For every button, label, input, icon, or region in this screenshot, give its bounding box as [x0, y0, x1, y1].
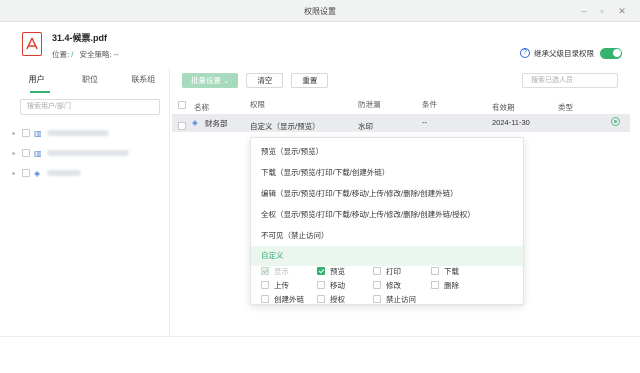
tree-item[interactable]: ▸ ◈ [10, 166, 170, 180]
perm-checkbox[interactable] [431, 281, 439, 289]
condition-value[interactable]: -- [422, 118, 427, 127]
perm-checkbox[interactable] [317, 281, 325, 289]
expand-arrow-icon[interactable]: ▸ [10, 150, 18, 157]
department-icon: ◈ [192, 118, 198, 127]
perm-checkbox[interactable] [373, 267, 381, 275]
close-icon[interactable]: ✕ [616, 5, 628, 17]
tree-checkbox[interactable] [22, 169, 30, 177]
redacted-name [47, 130, 109, 136]
col-permission: 权限 [250, 100, 265, 109]
col-watermark: 防泄漏 [358, 100, 381, 109]
perm-delete[interactable]: 删除 [431, 279, 459, 291]
select-all-checkbox[interactable] [178, 101, 186, 109]
option-full[interactable]: 全权（显示/预览/打印/下载/移动/上传/修改/删除/创建外链/授权） [251, 205, 523, 225]
sort-icon: ⇕ [494, 103, 500, 109]
type-indicator-icon[interactable] [611, 117, 620, 126]
dialog-footer [0, 336, 640, 373]
toolbar: 批量设置 ⌄ 清空 重置 [182, 73, 329, 88]
sort-icon: ⇕ [196, 103, 202, 109]
inherit-permission-control: ? 继承父级目录权限 [520, 46, 622, 60]
perm-checkbox[interactable] [261, 267, 269, 275]
inherit-toggle[interactable] [600, 47, 622, 59]
user-search-input[interactable]: 搜索用户/部门 [20, 99, 160, 115]
perm-checkbox[interactable] [373, 281, 381, 289]
perm-checkbox[interactable] [261, 281, 269, 289]
sort-icon: ⇕ [560, 103, 566, 109]
option-edit[interactable]: 编辑（显示/预览/打印/下载/移动/上传/修改/删除/创建外链） [251, 184, 523, 204]
help-icon[interactable]: ? [520, 48, 530, 58]
building-icon: ▥ [34, 128, 42, 138]
maximize-icon[interactable]: ▫ [596, 5, 608, 17]
perm-display[interactable]: 显示 [261, 265, 289, 277]
chevron-down-icon: ⌄ [223, 76, 230, 85]
active-tab-indicator [30, 91, 50, 93]
expand-arrow-icon[interactable]: ▸ [10, 170, 18, 177]
tree-checkbox[interactable] [22, 129, 30, 137]
chevron-down-icon: ⌄ [258, 121, 265, 130]
perm-upload[interactable]: 上传 [261, 279, 289, 291]
batch-settings-button[interactable]: 批量设置 ⌄ [182, 73, 239, 88]
file-header: 31.4-候票.pdf 位置: / 安全策略: -- ? 继承父级目录权限 [0, 22, 640, 68]
pdf-file-icon [22, 32, 42, 56]
perm-download[interactable]: 下载 [431, 265, 459, 277]
window-title: 权限设置 [304, 7, 336, 16]
redacted-name [47, 150, 129, 156]
row-name: 财务部 [205, 119, 228, 128]
perm-checkbox[interactable] [261, 295, 269, 303]
perm-authorize[interactable]: 授权 [317, 293, 345, 305]
col-condition: 条件 [422, 100, 437, 109]
option-invisible[interactable]: 不可见（禁止访问） [251, 226, 523, 246]
perm-modify[interactable]: 修改 [373, 279, 401, 291]
policy-value: -- [113, 50, 119, 59]
policy-label: 安全策略: [79, 50, 112, 59]
minimize-icon[interactable]: – [578, 5, 590, 17]
expand-arrow-icon[interactable]: ▸ [10, 130, 18, 137]
perm-preview[interactable]: 预览 [317, 265, 345, 277]
option-download[interactable]: 下载（显示/预览/打印/下载/创建外链） [251, 163, 523, 183]
reset-button[interactable]: 重置 [291, 73, 329, 88]
file-meta: 位置: / 安全策略: -- [52, 49, 119, 60]
option-custom[interactable]: 自定义 [251, 246, 523, 266]
row-checkbox[interactable] [178, 122, 186, 130]
tree-item[interactable]: ▸ ▥ [10, 146, 170, 160]
tab-users[interactable]: 用户 [10, 74, 63, 90]
perm-deny-access[interactable]: 禁止访问 [373, 293, 416, 305]
tab-positions[interactable]: 职位 [63, 74, 116, 90]
expires-value[interactable]: 2024-11-30 [492, 118, 530, 127]
tree-checkbox[interactable] [22, 149, 30, 157]
clear-button[interactable]: 清空 [246, 73, 284, 88]
batch-settings-label: 批量设置 [191, 76, 221, 85]
location-link[interactable]: / [71, 50, 73, 59]
redacted-name [47, 170, 81, 176]
perm-print[interactable]: 打印 [373, 265, 401, 277]
perm-checkbox[interactable] [317, 267, 325, 275]
building-icon: ▥ [34, 148, 42, 158]
table-row[interactable]: ◈ 财务部 自定义（显示/预览） ⌄ 水印 ⌄ -- 2024-11-30 [172, 114, 630, 132]
option-preview[interactable]: 预览（显示/预览） [251, 142, 523, 162]
department-icon: ◈ [34, 168, 41, 178]
perm-create-link[interactable]: 创建外链 [261, 293, 304, 305]
perm-checkbox[interactable] [373, 295, 381, 303]
member-selector-pane: 用户 职位 联系组 搜索用户/部门 ▸ ▥ ▸ ▥ ▸ ◈ [10, 68, 170, 336]
tab-contact-groups[interactable]: 联系组 [117, 74, 170, 90]
location-label: 位置: [52, 50, 70, 59]
permission-dropdown: 预览（显示/预览） 下载（显示/预览/打印/下载/创建外链） 编辑（显示/预览/… [250, 137, 524, 305]
perm-checkbox[interactable] [431, 267, 439, 275]
perm-move[interactable]: 移动 [317, 279, 345, 291]
member-tabs: 用户 职位 联系组 [10, 74, 170, 90]
inherit-label: 继承父级目录权限 [534, 48, 594, 58]
selected-search-input[interactable]: 搜索已选人员 [522, 73, 618, 88]
file-name: 31.4-候票.pdf [52, 33, 108, 43]
title-bar: 权限设置 – ▫ ✕ [0, 0, 640, 22]
perm-checkbox[interactable] [317, 295, 325, 303]
table-header: 名称 ⇕ 权限 防泄漏 条件 有效期 ⇕ 类型 ⇕ [172, 96, 630, 112]
tree-item[interactable]: ▸ ▥ [10, 126, 170, 140]
chevron-down-icon: ⌄ [366, 121, 373, 130]
